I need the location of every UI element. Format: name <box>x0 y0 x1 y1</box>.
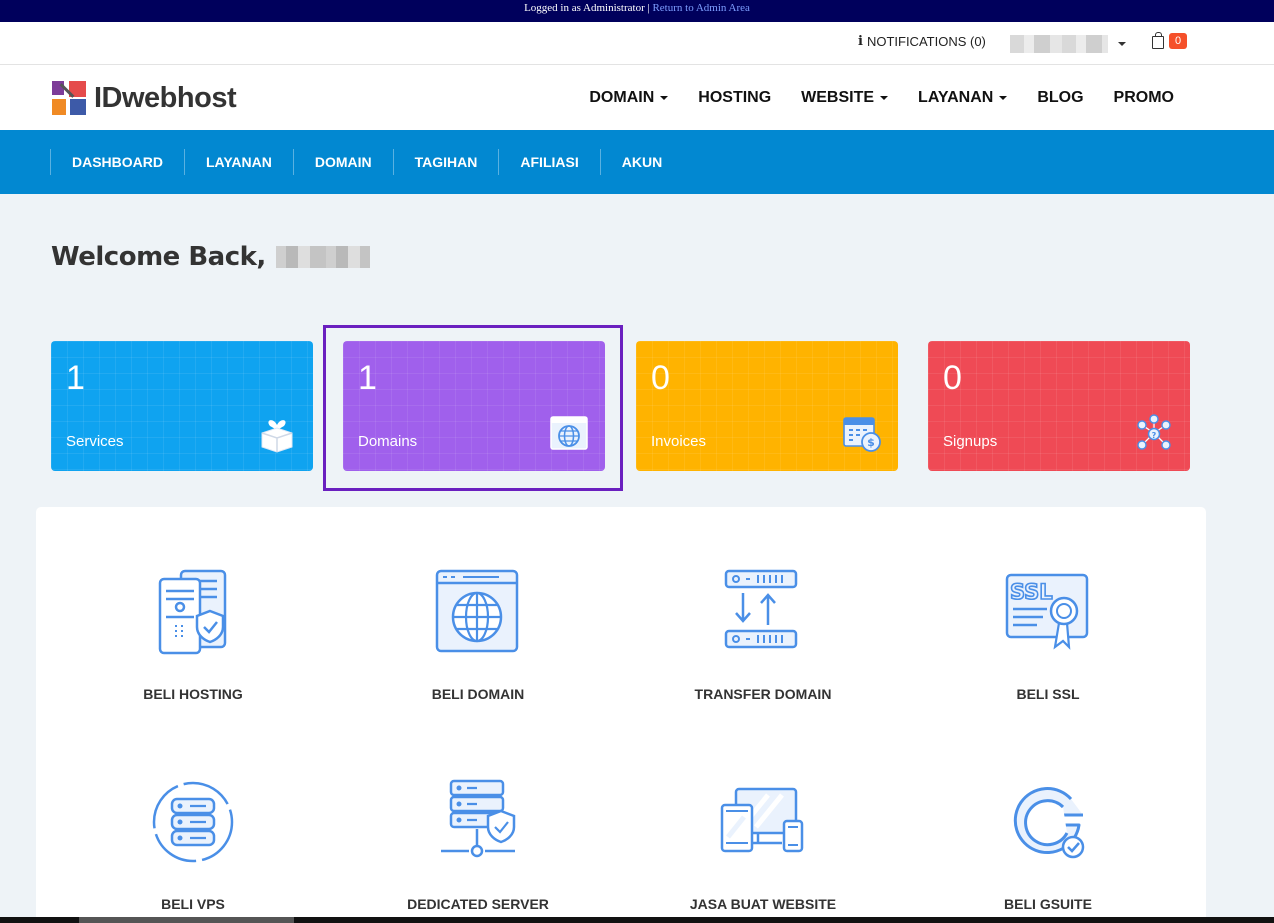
user-name-redacted <box>275 246 370 268</box>
tab-akun[interactable]: AKUN <box>599 149 683 175</box>
nav-hosting[interactable]: HOSTING <box>698 89 771 107</box>
hosting-server-icon <box>158 569 227 655</box>
tile-label: Invoices <box>651 433 707 450</box>
transfer-arrows-icon <box>724 569 798 649</box>
cart-button[interactable]: 0 <box>1152 31 1188 49</box>
scrollbar-thumb[interactable] <box>79 917 294 923</box>
chevron-down-icon <box>999 96 1008 100</box>
network-users-icon: ? <box>1137 414 1171 450</box>
site-logo[interactable]: IDwebhost <box>52 81 237 115</box>
chevron-down-icon <box>880 96 889 100</box>
nav-layanan[interactable]: LAYANAN <box>918 89 1008 107</box>
nav-label: DOMAIN <box>589 89 655 106</box>
tab-layanan[interactable]: LAYANAN <box>184 149 293 175</box>
tab-dashboard[interactable]: DASHBOARD <box>50 149 184 175</box>
info-icon: i <box>858 34 863 49</box>
tile-count: 0 <box>651 359 670 397</box>
nav-blog[interactable]: BLOG <box>1037 89 1083 107</box>
tile-label: Signups <box>943 433 998 450</box>
chevron-down-icon <box>660 96 669 100</box>
tab-tagihan[interactable]: TAGIHAN <box>392 149 499 175</box>
service-dedicated-server[interactable]: DEDICATED SERVER <box>358 777 598 912</box>
service-beli-vps[interactable]: BELI VPS <box>73 777 313 912</box>
tile-count: 1 <box>358 359 377 397</box>
tile-services[interactable]: 1 Services <box>51 341 313 471</box>
invoice-calendar-icon: $ <box>843 417 881 452</box>
service-label: BELI VPS <box>161 896 225 912</box>
user-name-redacted <box>1010 35 1108 53</box>
service-label: JASA BUAT WEBSITE <box>689 896 837 912</box>
service-beli-gsuite[interactable]: BELI GSUITE <box>928 777 1168 912</box>
cart-count-badge: 0 <box>1169 33 1188 49</box>
logo-text: IDwebhost <box>94 81 237 114</box>
site-header: IDwebhost DOMAIN HOSTING WEBSITE LAYANAN… <box>0 65 1274 130</box>
nav-label: HOSTING <box>698 89 772 106</box>
welcome-text: Welcome Back, <box>51 242 266 272</box>
tab-domain[interactable]: DOMAIN <box>292 149 393 175</box>
dedicated-server-icon <box>441 779 516 858</box>
ssl-certificate-icon: SSL <box>1005 573 1089 650</box>
notifications-label: NOTIFICATIONS (0) <box>866 34 986 49</box>
service-label: BELI GSUITE <box>1004 896 1092 912</box>
main-nav: DOMAIN HOSTING WEBSITE LAYANAN BLOG PROM… <box>589 89 1174 107</box>
tab-afiliasi[interactable]: AFILIASI <box>498 149 599 175</box>
tile-invoices[interactable]: 0 Invoices $ <box>636 341 898 471</box>
tile-count: 0 <box>943 359 962 397</box>
chevron-down-icon <box>1118 42 1126 46</box>
horizontal-scrollbar[interactable] <box>0 917 1274 923</box>
svg-text:$: $ <box>867 436 875 449</box>
tile-label: Services <box>66 433 124 450</box>
gsuite-icon <box>1013 787 1085 859</box>
service-beli-domain[interactable]: BELI DOMAIN <box>358 567 598 702</box>
service-beli-hosting[interactable]: BELI HOSTING <box>73 567 313 702</box>
service-label: TRANSFER DOMAIN <box>694 686 832 702</box>
service-label: DEDICATED SERVER <box>407 896 549 912</box>
tile-signups[interactable]: 0 Signups ? <box>928 341 1190 471</box>
shopping-bag-icon <box>1152 31 1164 49</box>
nav-label: PROMO <box>1113 89 1174 106</box>
service-label: BELI DOMAIN <box>431 686 525 702</box>
gift-box-icon <box>261 420 293 453</box>
devices-icon <box>720 787 804 853</box>
svg-text:?: ? <box>1152 431 1157 440</box>
admin-bar: Logged in as Administrator | Return to A… <box>0 0 1274 22</box>
svg-text:SSL: SSL <box>1010 580 1053 604</box>
vps-server-icon <box>152 781 234 863</box>
client-area-nav: DASHBOARD LAYANAN DOMAIN TAGIHAN AFILIAS… <box>0 130 1274 194</box>
top-utility-bar: i NOTIFICATIONS (0) 0 <box>0 22 1274 65</box>
nav-label: WEBSITE <box>801 89 875 106</box>
domain-globe-icon <box>435 569 519 653</box>
service-transfer-domain[interactable]: TRANSFER DOMAIN <box>643 567 883 702</box>
nav-domain[interactable]: DOMAIN <box>589 89 669 107</box>
service-beli-ssl[interactable]: SSL BELI SSL <box>928 567 1168 702</box>
nav-website[interactable]: WEBSITE <box>801 89 889 107</box>
notifications-link[interactable]: i NOTIFICATIONS (0) <box>858 34 986 49</box>
tile-label: Domains <box>358 433 418 450</box>
service-label: BELI HOSTING <box>143 686 243 702</box>
tile-count: 1 <box>66 359 85 397</box>
service-jasa-buat-website[interactable]: JASA BUAT WEBSITE <box>643 777 883 912</box>
nav-label: LAYANAN <box>918 89 994 106</box>
logo-mark-icon <box>52 81 86 115</box>
service-label: BELI SSL <box>1016 686 1080 702</box>
services-panel: BELI HOSTING BELI DOMAIN TRANSFER DOMAIN <box>36 507 1206 923</box>
tile-domains[interactable]: 1 Domains <box>343 341 605 471</box>
nav-label: BLOG <box>1037 89 1084 106</box>
return-to-admin-link[interactable]: Return to Admin Area <box>652 2 749 14</box>
user-menu[interactable] <box>1010 35 1126 53</box>
nav-promo[interactable]: PROMO <box>1114 89 1174 107</box>
globe-window-icon <box>550 416 588 450</box>
page-title: Welcome Back, <box>51 242 370 272</box>
admin-bar-text: Logged in as Administrator | <box>524 2 650 14</box>
